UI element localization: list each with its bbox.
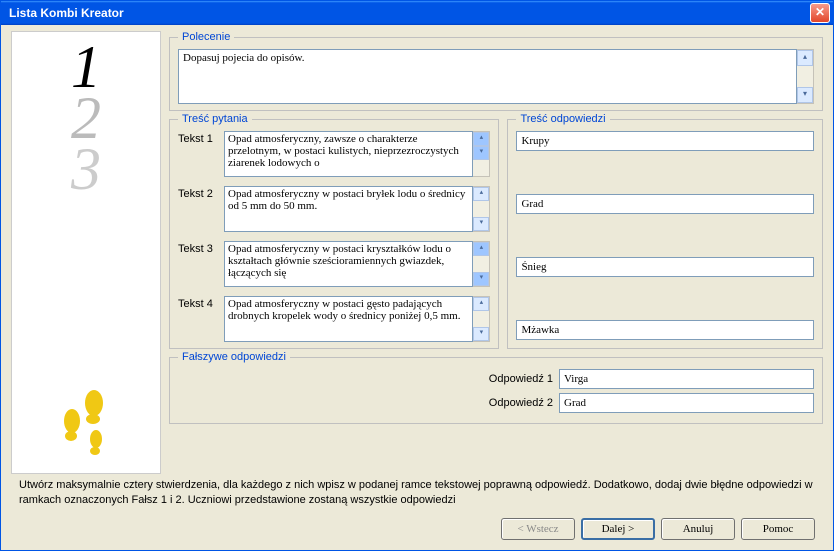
- tresc-odpowiedzi-group: Treść odpowiedzi: [507, 113, 823, 349]
- step-3-icon: 3: [71, 144, 101, 195]
- answer-row: [516, 194, 814, 214]
- question-textarea-4[interactable]: [224, 296, 473, 342]
- footprints-icon: [46, 385, 126, 465]
- tresc-pytania-group: Treść pytania Tekst 1 ▴▾ Tekst 2: [169, 113, 499, 349]
- scroll-up-icon[interactable]: ▴: [473, 242, 489, 256]
- window-title: Lista Kombi Kreator: [9, 6, 124, 20]
- wizard-steps-panel: 1 2 3: [11, 31, 161, 474]
- scroll-up-icon[interactable]: ▴: [473, 132, 489, 146]
- dialog-window: Lista Kombi Kreator ✕ 1 2 3: [0, 0, 834, 551]
- answer-row: [516, 257, 814, 277]
- false-label-2: Odpowiedź 2: [178, 397, 553, 409]
- question-row: Tekst 4 ▴▾: [178, 296, 490, 342]
- tresc-odpowiedzi-legend: Treść odpowiedzi: [516, 113, 609, 125]
- scrollbar[interactable]: ▴▾: [473, 241, 490, 287]
- polecenie-legend: Polecenie: [178, 31, 234, 43]
- cancel-button[interactable]: Anuluj: [661, 518, 735, 540]
- row-label: Tekst 2: [178, 186, 224, 200]
- titlebar[interactable]: Lista Kombi Kreator ✕: [1, 1, 833, 25]
- tresc-pytania-legend: Treść pytania: [178, 113, 252, 125]
- help-button[interactable]: Pomoc: [741, 518, 815, 540]
- scroll-down-icon[interactable]: ▾: [797, 87, 813, 103]
- polecenie-textarea[interactable]: [178, 49, 797, 104]
- scroll-up-icon[interactable]: ▴: [473, 297, 489, 311]
- close-button[interactable]: ✕: [810, 3, 830, 23]
- main-area: 1 2 3 Polecenie: [11, 31, 823, 474]
- scroll-up-icon[interactable]: ▴: [473, 187, 489, 201]
- scroll-down-icon[interactable]: ▾: [473, 146, 489, 160]
- question-row: Tekst 3 ▴▾: [178, 241, 490, 287]
- polecenie-group: Polecenie ▴ ▾: [169, 31, 823, 111]
- answer-row: [516, 131, 814, 151]
- button-bar: < Wstecz Dalej > Anuluj Pomoc: [11, 508, 823, 540]
- question-row: Tekst 1 ▴▾: [178, 131, 490, 177]
- instructions-text: Utwórz maksymalnie cztery stwierdzenia, …: [11, 474, 823, 508]
- false-input-2[interactable]: [559, 393, 814, 413]
- question-textarea-3[interactable]: [224, 241, 473, 287]
- next-button[interactable]: Dalej >: [581, 518, 655, 540]
- false-answer-row: Odpowiedź 2: [178, 393, 814, 413]
- scroll-down-icon[interactable]: ▾: [473, 327, 489, 341]
- scroll-up-icon[interactable]: ▴: [797, 50, 813, 66]
- answer-input-4[interactable]: [516, 320, 814, 340]
- question-textarea-1[interactable]: [224, 131, 473, 177]
- row-label: Tekst 1: [178, 131, 224, 145]
- back-button[interactable]: < Wstecz: [501, 518, 575, 540]
- falszywe-group: Fałszywe odpowiedzi Odpowiedź 1 Odpowied…: [169, 351, 823, 424]
- answer-input-1[interactable]: [516, 131, 814, 151]
- false-label-1: Odpowiedź 1: [178, 373, 553, 385]
- answer-input-2[interactable]: [516, 194, 814, 214]
- scrollbar[interactable]: ▴▾: [473, 296, 490, 342]
- scrollbar[interactable]: ▴▾: [473, 186, 490, 232]
- false-input-1[interactable]: [559, 369, 814, 389]
- falszywe-legend: Fałszywe odpowiedzi: [178, 351, 290, 363]
- scrollbar[interactable]: ▴ ▾: [797, 49, 814, 104]
- question-row: Tekst 2 ▴▾: [178, 186, 490, 232]
- form-panel: Polecenie ▴ ▾ Treść pytania Tekst 1: [169, 31, 823, 474]
- scrollbar[interactable]: ▴▾: [473, 131, 490, 177]
- scroll-down-icon[interactable]: ▾: [473, 272, 489, 286]
- row-label: Tekst 4: [178, 296, 224, 310]
- content-area: 1 2 3 Polecenie: [1, 25, 833, 550]
- false-answer-row: Odpowiedź 1: [178, 369, 814, 389]
- scroll-down-icon[interactable]: ▾: [473, 217, 489, 231]
- row-label: Tekst 3: [178, 241, 224, 255]
- question-textarea-2[interactable]: [224, 186, 473, 232]
- answer-input-3[interactable]: [516, 257, 814, 277]
- answer-row: [516, 320, 814, 340]
